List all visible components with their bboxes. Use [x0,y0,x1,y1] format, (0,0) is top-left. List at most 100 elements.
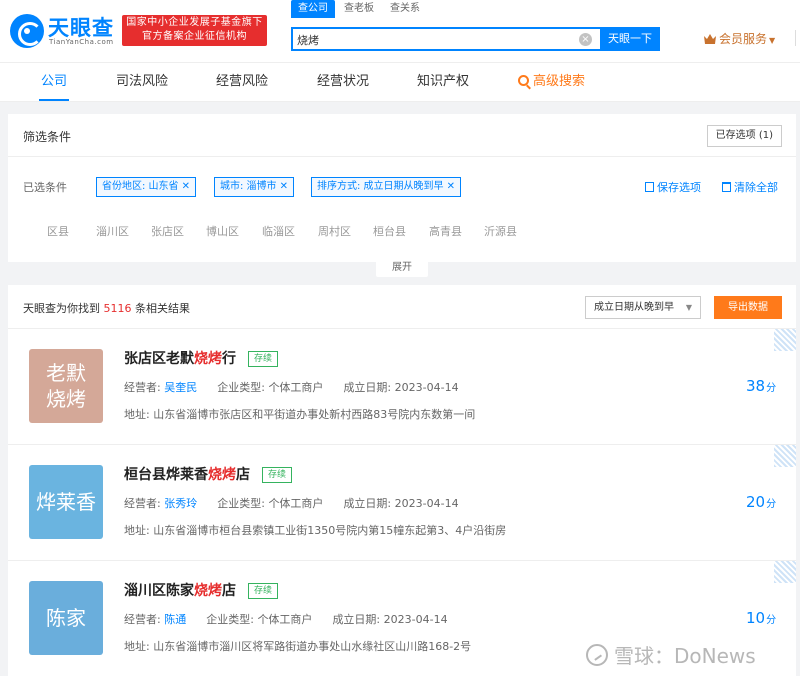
clear-search-icon[interactable]: × [579,33,592,46]
address-label: 地址: [124,524,150,537]
district-option[interactable]: 周村区 [318,223,351,239]
company-meta: 经营者: 吴奎民 企业类型: 个体工商户 成立日期: 2023-04-14 [124,379,459,395]
type-label: 企业类型: [217,381,265,394]
clear-all-link[interactable]: 清除全部 [722,179,778,195]
score-unit: 分 [766,615,777,626]
company-avatar: 烨莱香 [29,465,103,539]
operator-label: 经营者: [124,613,161,626]
name-part: 淄川区陈家 [124,583,194,599]
district-option[interactable]: 张店区 [151,223,184,239]
close-icon[interactable]: ✕ [280,178,288,196]
nav-tab-operating-risk[interactable]: 经营风险 [216,63,268,101]
chip-label: 排序方式: 成立日期从晚到早 [317,181,444,192]
name-highlight: 烧烤 [194,351,222,367]
operator-label: 经营者: [124,497,161,510]
company-name-link[interactable]: 桓台县烨莱香烧烤店 存续 [124,464,293,484]
eye-logo-icon [10,14,44,48]
badge-line-2: 官方备案企业征信机构 [142,31,247,42]
date-label: 成立日期: [332,613,381,626]
score-value: 20 [746,493,766,511]
search-box: × [291,27,601,51]
close-icon[interactable]: ✕ [182,178,190,196]
district-option[interactable]: 淄川区 [96,223,129,239]
operator-label: 经营者: [124,381,161,394]
company-address: 地址: 山东省淄博市张店区和平街道办事处新村西路83号院内东数第一间 [124,406,475,422]
company-address: 地址: 山东省淄博市淄川区将军路街道办事处山水缘社区山川路168-2号 [124,638,471,654]
nav-tab-operating-status[interactable]: 经营状况 [317,63,369,101]
search-tab-boss[interactable]: 查老板 [344,0,374,18]
snowball-logo-icon [586,644,608,666]
district-option[interactable]: 高青县 [429,223,462,239]
company-score: 20分 [746,493,776,511]
district-label: 区县 [47,225,69,238]
company-meta: 经营者: 陈通 企业类型: 个体工商户 成立日期: 2023-04-14 [124,611,448,627]
member-service-label: 会员服务 [719,32,768,46]
results-header: 天眼查为你找到 5116 条相关结果 成立日期从晚到早 ▼ 导出数据 [8,285,796,329]
name-highlight: 烧烤 [208,467,236,483]
search-input[interactable] [297,31,567,49]
company-avatar: 老默烧烤 [29,349,103,423]
selected-conditions-label: 已选条件 [23,181,67,194]
member-service-menu[interactable]: 会员服务 ▼ [704,31,775,47]
chevron-down-icon: ▼ [769,36,776,45]
save-options-link[interactable]: 保存选项 [645,179,701,195]
date-value: 2023-04-14 [383,613,448,626]
saved-options-button[interactable]: 已存选项 (1) [706,125,782,147]
count-suffix: 条相关结果 [135,302,190,315]
sort-dropdown[interactable]: 成立日期从晚到早 ▼ [585,296,701,319]
search-tab-company[interactable]: 查公司 [291,0,335,18]
qr-corner-icon[interactable] [774,445,796,467]
date-value: 2023-04-14 [394,497,459,510]
filter-chip-province[interactable]: 省份地区: 山东省 ✕ [96,177,196,197]
nav-tab-judicial-risk[interactable]: 司法风险 [116,63,168,101]
district-option[interactable]: 博山区 [206,223,239,239]
score-value: 38 [746,377,766,395]
filter-chip-sort[interactable]: 排序方式: 成立日期从晚到早 ✕ [311,177,461,197]
search-icon [518,75,529,86]
watermark-text: 雪球：DoNews [614,644,756,668]
status-badge: 存续 [262,467,293,483]
site-logo[interactable]: 天眼查 TianYanCha.com [10,12,120,48]
clear-all-label: 清除全部 [734,181,778,194]
nav-tab-company[interactable]: 公司 [38,63,70,101]
date-value: 2023-04-14 [394,381,459,394]
nav-advanced-search[interactable]: 高级搜索 [518,63,585,101]
name-part: 店 [236,467,250,483]
company-score: 38分 [746,377,776,395]
result-card[interactable]: 烨莱香 桓台县烨莱香烧烤店 存续 经营者: 张秀玲 企业类型: 个体工商户 成立日期:… [8,445,796,561]
name-part: 店 [222,583,236,599]
filter-chip-city[interactable]: 城市: 淄博市 ✕ [214,177,294,197]
results-panel: 天眼查为你找到 5116 条相关结果 成立日期从晚到早 ▼ 导出数据 老默烧烤 张… [8,285,796,676]
results-count: 天眼查为你找到 5116 条相关结果 [23,300,190,316]
divider [8,156,796,157]
count-number: 5116 [103,302,132,315]
result-card[interactable]: 老默烧烤 张店区老默烧烤行 存续 经营者: 吴奎民 企业类型: 个体工商户 成立日期:… [8,329,796,445]
avatar-text: 烨莱香 [36,490,96,514]
district-option[interactable]: 沂源县 [484,223,517,239]
name-part: 行 [222,351,236,367]
filter-title: 筛选条件 [23,130,72,144]
trash-icon [722,182,731,192]
operator-link[interactable]: 陈通 [164,613,186,626]
export-data-button[interactable]: 导出数据 [714,296,782,319]
name-part: 张店区老默 [124,351,194,367]
search-button[interactable]: 天眼一下 [600,27,660,51]
qr-corner-icon[interactable] [774,329,796,351]
close-icon[interactable]: ✕ [447,178,455,196]
header-divider [795,30,796,46]
company-name-link[interactable]: 张店区老默烧烤行 存续 [124,348,279,368]
count-prefix: 天眼查为你找到 [23,302,100,315]
expand-button[interactable]: 展开 [376,259,428,277]
district-option[interactable]: 临淄区 [262,223,295,239]
operator-link[interactable]: 张秀玲 [164,497,197,510]
district-option[interactable]: 桓台县 [373,223,406,239]
operator-link[interactable]: 吴奎民 [164,381,197,394]
search-tab-relation[interactable]: 查关系 [390,0,420,18]
logo-subtext: TianYanCha.com [49,38,114,46]
nav-tab-ip[interactable]: 知识产权 [417,63,469,101]
qr-corner-icon[interactable] [774,561,796,583]
type-label: 企业类型: [217,497,265,510]
type-value: 个体工商户 [268,381,324,394]
sort-value: 成立日期从晚到早 [594,302,674,313]
company-name-link[interactable]: 淄川区陈家烧烤店 存续 [124,580,279,600]
